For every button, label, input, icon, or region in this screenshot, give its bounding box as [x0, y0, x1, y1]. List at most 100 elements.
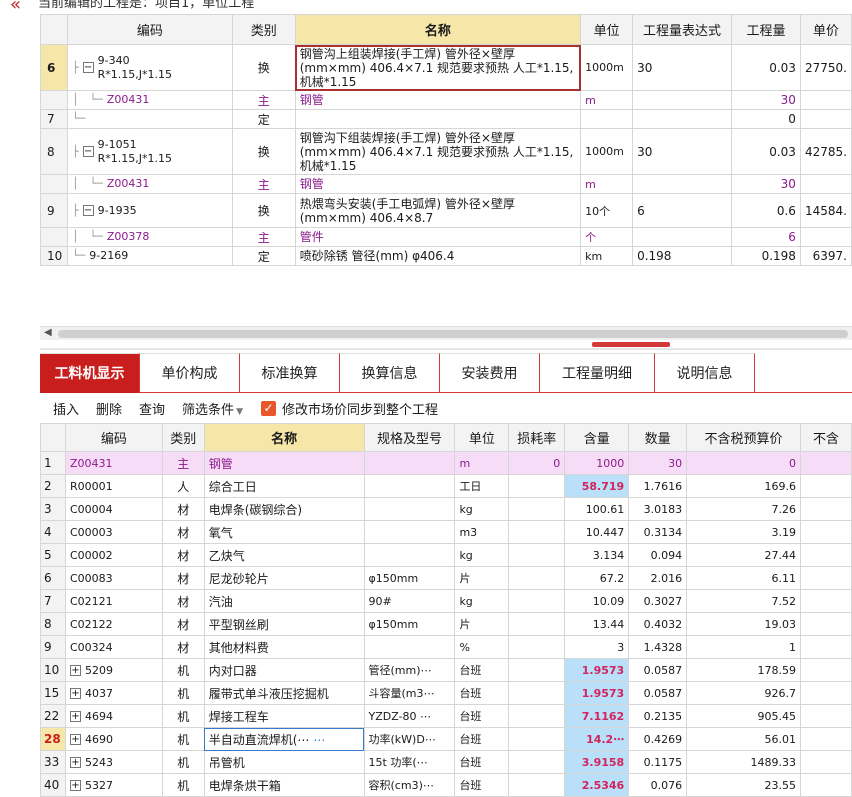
- resource-type[interactable]: 材: [161, 589, 205, 613]
- row-number[interactable]: 22: [40, 704, 66, 728]
- resource-loss-rate[interactable]: [508, 704, 566, 728]
- resource-loss-rate[interactable]: [508, 589, 566, 613]
- col-content[interactable]: 含量: [564, 423, 630, 452]
- resource-content[interactable]: 1.9573: [564, 658, 630, 682]
- expand-icon[interactable]: +: [69, 757, 81, 768]
- row-number[interactable]: 7: [40, 109, 68, 129]
- resource-budget-price-incl[interactable]: [799, 658, 852, 682]
- table-row[interactable]: 6 C00083 材尼龙砂轮片 φ150mm 片 67.2 2.016 6.11: [40, 566, 852, 590]
- item-price[interactable]: 14584.: [799, 193, 852, 228]
- item-code[interactable]: │ └─ Z00378: [66, 227, 233, 247]
- item-expr[interactable]: [632, 90, 733, 110]
- resource-unit[interactable]: 台班: [454, 727, 510, 751]
- table-row[interactable]: 4 C00003 材氧气 m3 10.447 0.3134 3.19: [40, 520, 852, 544]
- panel-splitter-handle[interactable]: [592, 342, 670, 347]
- resource-budget-price[interactable]: 178.59: [686, 658, 801, 682]
- resource-quantity[interactable]: 30: [628, 451, 688, 475]
- item-code[interactable]: ├ −9-340 R*1.15,J*1.15: [66, 44, 233, 91]
- col-unit[interactable]: 单位: [580, 14, 634, 45]
- resource-content[interactable]: 14.2⋯: [564, 727, 630, 751]
- table-row[interactable]: 10 └─ 9-2169 定 喷砂除锈 管径(mm) φ406.4 km 0.19…: [40, 246, 852, 266]
- table-row[interactable]: 8 C02122 材平型钢丝刷 φ150mm 片 13.44 0.4032 19.03: [40, 612, 852, 636]
- resource-name[interactable]: 内对口器: [203, 658, 365, 682]
- col-loss-rate[interactable]: 损耗率: [508, 423, 566, 452]
- resource-budget-price[interactable]: 169.6: [686, 474, 801, 498]
- item-code[interactable]: └─: [66, 109, 233, 129]
- resource-spec[interactable]: [363, 520, 456, 544]
- resource-name[interactable]: 电焊条(碳钢综合): [203, 497, 365, 521]
- resource-quantity[interactable]: 0.3027: [628, 589, 688, 613]
- resource-budget-price[interactable]: 3.19: [686, 520, 801, 544]
- sync-checkbox[interactable]: ✓: [260, 400, 276, 416]
- resource-quantity[interactable]: 0.076: [628, 773, 688, 797]
- item-price[interactable]: 27750.: [799, 44, 852, 91]
- resource-content[interactable]: 13.44: [564, 612, 630, 636]
- item-unit[interactable]: m: [580, 90, 634, 110]
- resource-loss-rate[interactable]: [508, 566, 566, 590]
- resource-content[interactable]: 7.1162: [564, 704, 630, 728]
- resource-type[interactable]: 机: [161, 750, 205, 774]
- col-quantity[interactable]: 数量: [628, 423, 688, 452]
- item-qty[interactable]: 0.03: [731, 128, 801, 175]
- resource-quantity[interactable]: 0.4269: [628, 727, 688, 751]
- resource-code[interactable]: C02121: [64, 589, 163, 613]
- resource-code[interactable]: Z00431: [64, 451, 163, 475]
- resource-budget-price[interactable]: 6.11: [686, 566, 801, 590]
- resource-quantity[interactable]: 0.3134: [628, 520, 688, 544]
- table-row[interactable]: 9 C00324 材其他材料费% 3 1.4328 1: [40, 635, 852, 659]
- table-row[interactable]: 5 C00002 材乙炔气 kg 3.134 0.094 27.44: [40, 543, 852, 567]
- resource-budget-price-incl[interactable]: [799, 635, 852, 659]
- resource-spec[interactable]: [363, 474, 456, 498]
- resource-type[interactable]: 机: [161, 727, 205, 751]
- row-number[interactable]: 28: [40, 727, 66, 751]
- row-number[interactable]: 8: [40, 612, 66, 636]
- resource-budget-price-incl[interactable]: [799, 589, 852, 613]
- resource-type[interactable]: 主: [161, 451, 205, 475]
- resource-budget-price-incl[interactable]: [799, 451, 852, 475]
- resource-loss-rate[interactable]: [508, 543, 566, 567]
- resource-spec[interactable]: 功率(kW)D⋯: [363, 727, 456, 751]
- resource-loss-rate[interactable]: [508, 612, 566, 636]
- table-row[interactable]: 7 └─ 定 0: [40, 109, 852, 129]
- item-price[interactable]: 42785.: [799, 128, 852, 175]
- resource-name[interactable]: 焊接工程车: [203, 704, 365, 728]
- resource-name[interactable]: 汽油: [203, 589, 365, 613]
- item-name[interactable]: 钢管: [294, 174, 582, 194]
- resource-code[interactable]: C00324: [64, 635, 163, 659]
- resource-type[interactable]: 机: [161, 658, 205, 682]
- resource-budget-price-incl[interactable]: [799, 704, 852, 728]
- resource-spec[interactable]: [363, 635, 456, 659]
- query-button[interactable]: 查询: [139, 399, 165, 418]
- resource-unit[interactable]: 台班: [454, 750, 510, 774]
- item-type[interactable]: 定: [231, 109, 296, 129]
- item-name[interactable]: 热煨弯头安装(手工电弧焊) 管外径×壁厚(mm×mm) 406.4×8.7: [294, 193, 582, 228]
- col-code[interactable]: 编码: [66, 14, 233, 45]
- resource-loss-rate[interactable]: [508, 658, 566, 682]
- resource-content[interactable]: 1000: [564, 451, 630, 475]
- resource-type[interactable]: 材: [161, 612, 205, 636]
- col-budget-price-incl[interactable]: 不含: [799, 423, 852, 452]
- item-code[interactable]: ├ −9-1051 R*1.15,J*1.15: [66, 128, 233, 175]
- row-number[interactable]: [40, 174, 68, 194]
- delete-button[interactable]: 删除: [96, 399, 122, 418]
- resource-budget-price[interactable]: 23.55: [686, 773, 801, 797]
- item-unit[interactable]: km: [580, 246, 634, 266]
- item-expr[interactable]: [632, 174, 733, 194]
- item-qty[interactable]: 0.03: [731, 44, 801, 91]
- resource-type[interactable]: 人: [161, 474, 205, 498]
- resource-unit[interactable]: kg: [454, 497, 510, 521]
- resource-content[interactable]: 10.09: [564, 589, 630, 613]
- resource-unit[interactable]: 台班: [454, 704, 510, 728]
- resource-code[interactable]: +5327: [64, 773, 163, 797]
- item-unit[interactable]: 1000m: [580, 128, 634, 175]
- resource-code[interactable]: +4690: [64, 727, 163, 751]
- item-name[interactable]: 钢管沟上组装焊接(手工焊) 管外径×壁厚(mm×mm) 406.4×7.1 规范…: [294, 44, 582, 91]
- resource-quantity[interactable]: 0.2135: [628, 704, 688, 728]
- resource-budget-price[interactable]: 905.45: [686, 704, 801, 728]
- row-number[interactable]: 10: [40, 658, 66, 682]
- resource-unit[interactable]: m: [454, 451, 510, 475]
- item-name[interactable]: 管件: [294, 227, 582, 247]
- col-type[interactable]: 类别: [231, 14, 296, 45]
- row-number[interactable]: 40: [40, 773, 66, 797]
- row-number[interactable]: [40, 227, 68, 247]
